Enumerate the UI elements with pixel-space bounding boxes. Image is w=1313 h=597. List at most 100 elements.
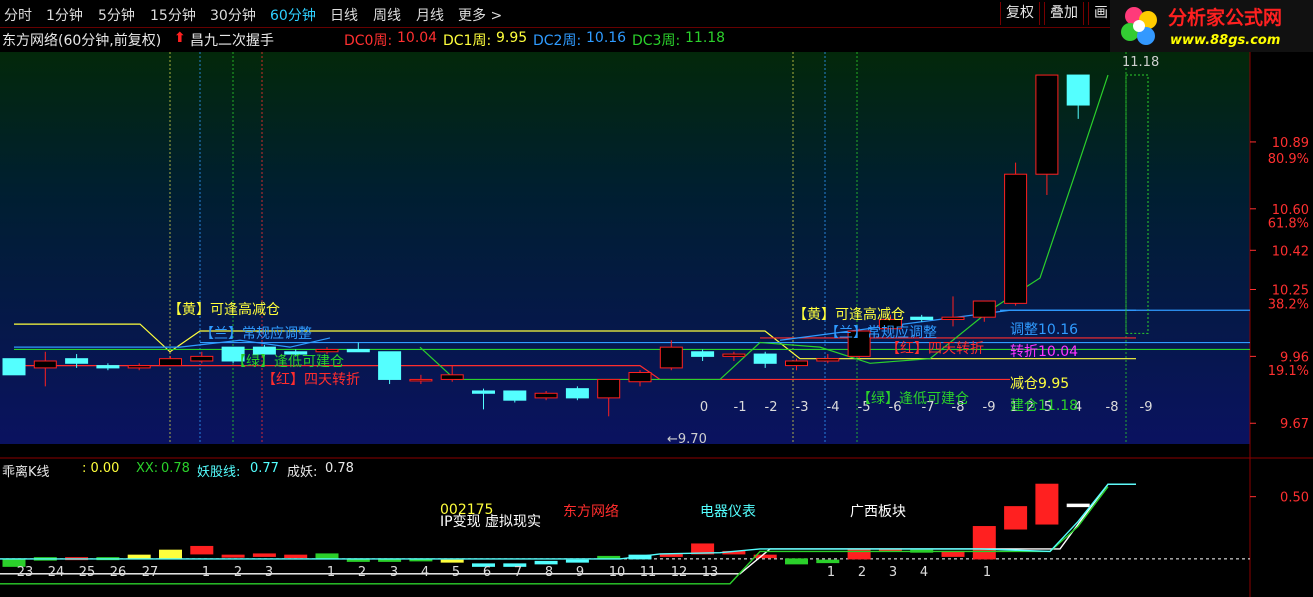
candle-body-22 [691, 351, 715, 357]
tf-day[interactable]: 日线 [330, 5, 358, 25]
legend-left-blue: 【兰】常规应调整 [200, 325, 312, 342]
tf-more[interactable]: 更多 > [458, 5, 502, 25]
dc0-label: DC0周: [344, 33, 393, 49]
candle-body-0 [2, 358, 26, 376]
countdown-label-14: -8 [1106, 400, 1119, 415]
price-axis-bg [1250, 52, 1313, 458]
right-label-reduce: 减仓9.95 [1010, 376, 1069, 392]
ind-bar-11 [346, 558, 370, 562]
count-label-9: 2 [358, 565, 366, 580]
price-tick-1: 10.60 [1272, 203, 1309, 218]
pct-tick-3: 19.1% [1268, 364, 1309, 379]
price-tick-3: 10.25 [1272, 284, 1309, 299]
candle-body-14 [440, 374, 464, 380]
cheng-value: 0.78 [325, 461, 354, 476]
yellow-level-line [14, 323, 1136, 360]
tag-code: 002175 [440, 502, 493, 518]
legend-right-green: 【绿】逢低可建仓 [857, 391, 969, 407]
count-label-23: 3 [889, 565, 897, 580]
candle-body-6 [190, 355, 214, 362]
ind-bar-1 [33, 557, 57, 561]
ind-bar-24 [753, 554, 777, 559]
xx-value: 0.78 [161, 461, 190, 476]
ind-bar-30 [941, 550, 965, 557]
candle-body-23 [722, 353, 746, 357]
overlay-button[interactable]: 叠加 [1044, 2, 1084, 25]
red-level-line [14, 365, 1010, 381]
count-label-12: 5 [452, 565, 460, 580]
count-label-1: 24 [48, 565, 65, 580]
count-label-20: 13 [702, 565, 719, 580]
stock-title: 东方网络(60分钟,前复权) [2, 33, 162, 49]
ind-bar-27 [847, 548, 871, 560]
right-label-turn: 转折10.04 [1010, 344, 1078, 360]
ind-bar-17 [534, 560, 558, 565]
tf-30min[interactable]: 30分钟 [210, 5, 256, 25]
price-tick-2: 10.42 [1272, 244, 1309, 259]
candle-body-9 [284, 351, 308, 355]
count-label-21: 1 [827, 565, 835, 580]
count-label-14: 7 [514, 565, 522, 580]
dc3-label: DC3周: [632, 33, 681, 49]
count-label-16: 9 [576, 565, 584, 580]
tf-15min[interactable]: 15分钟 [150, 5, 196, 25]
xx-line [0, 486, 1109, 585]
ind-bar-10 [315, 553, 339, 560]
ind-bar-33 [1035, 483, 1059, 525]
xx-label: XX: [136, 461, 159, 476]
tag-industry: 电器仪表 [700, 504, 756, 520]
indicator-panel: 0.5023 24 25 26 27 1 2 3 1 2 3 4 5 6 7 8 9 10 11 12 13 1 2 3 4 1 [0, 483, 1309, 585]
candle-body-5 [159, 358, 182, 367]
candle-body-27 [847, 330, 871, 357]
price-tick-0: 10.89 [1272, 136, 1309, 151]
candle-body-3 [96, 365, 120, 369]
legend-right-yellow: 【黄】可逢高减仓 [793, 306, 905, 323]
right-label-build: 建仓11.18 [1010, 398, 1078, 414]
indicator-name: 乖离K线 [2, 465, 50, 480]
indicator-info-bar: 乖离K线 : 0.00 XX: 0.78 妖股线: 0.77 成妖: 0.78 [0, 460, 900, 480]
restore-rights-button[interactable]: 复权 [1000, 2, 1040, 25]
tf-5min[interactable]: 5分钟 [98, 5, 135, 25]
ind-bar-25 [785, 558, 808, 565]
main-panel-bg [0, 52, 1250, 444]
tf-month[interactable]: 月线 [416, 5, 444, 25]
cheng-yao-line [0, 483, 1136, 575]
ind-bar-13 [409, 558, 433, 562]
ind-bar-9 [284, 554, 308, 559]
tf-fenshi[interactable]: 分时 [4, 5, 32, 25]
countdown-label-7: -7 [922, 400, 935, 415]
countdown-label-3: -3 [796, 400, 809, 415]
yao-label: 妖股线: [197, 465, 241, 480]
count-label-10: 3 [390, 565, 398, 580]
count-label-15: 8 [545, 565, 553, 580]
vertical-signal-lines [169, 52, 1127, 444]
dc1-label: DC1周: [443, 33, 492, 49]
legend-left-red: 【红】四天转折 [262, 372, 360, 388]
pct-tick-1: 61.8% [1268, 217, 1309, 232]
main-chart[interactable]: 0 -1 -2 -3 -4 -5 -6 -7 -8 -9 1 2 5 4 -8 -9 10.8910.6010… [0, 0, 1313, 597]
ind-bar-14 [440, 559, 464, 563]
count-label-0: 23 [17, 565, 34, 580]
formula-arrow-icon: ⬆ [174, 30, 186, 46]
tf-1min[interactable]: 1分钟 [46, 5, 83, 25]
build-zone-box [1125, 74, 1149, 334]
ind-bar-20 [628, 554, 652, 560]
tf-week[interactable]: 周线 [373, 5, 401, 25]
count-label-19: 12 [671, 565, 688, 580]
candle-body-8 [252, 346, 276, 355]
countdown-label-13: 4 [1074, 400, 1082, 415]
count-label-18: 11 [640, 565, 657, 580]
candle-body-18 [565, 388, 589, 399]
tag-concept: IP变现 虚拟现实 [440, 514, 541, 530]
candle-body-11 [346, 348, 370, 353]
tag-region: 广西板块 [850, 504, 906, 520]
tf-60min[interactable]: 60分钟 [270, 5, 316, 25]
price-tick-4: 9.96 [1280, 350, 1309, 365]
chart-labels: 【黄】可逢高减仓 【兰】常规应调整 【绿】逢低可建仓 【红】四天转折 【黄】可逢… [168, 55, 1159, 530]
countdown-label-11: 2 [1026, 400, 1034, 415]
countdown-label-8: -8 [952, 400, 965, 415]
count-label-5: 1 [202, 565, 210, 580]
candle-body-32 [1004, 173, 1028, 304]
ind-bar-6 [190, 545, 214, 555]
ind-bar-2 [65, 557, 89, 561]
